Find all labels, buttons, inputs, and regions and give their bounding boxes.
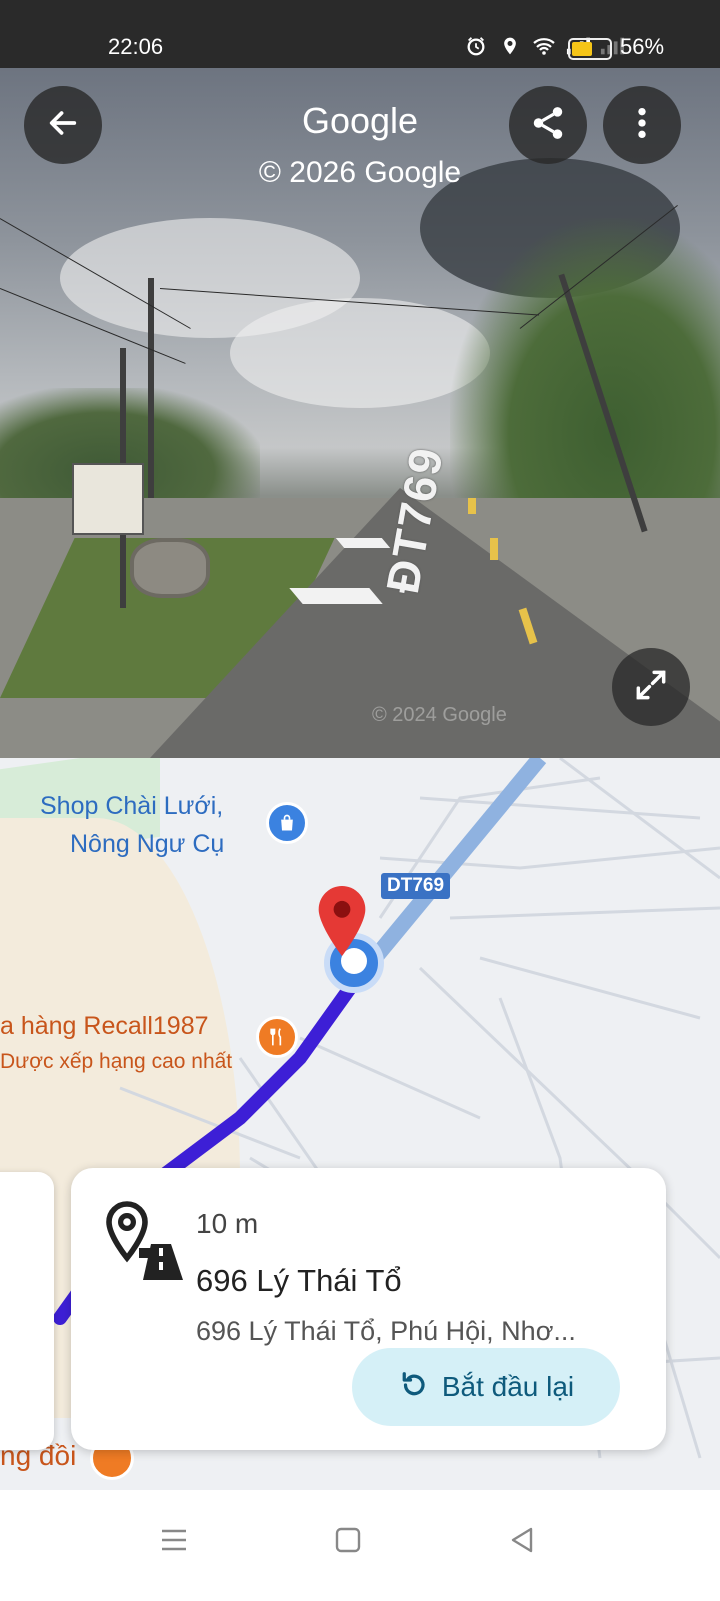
roadside-sign <box>72 463 144 535</box>
battery-level <box>572 42 592 56</box>
poi-restaurant-line1[interactable]: a hàng Recall1987 <box>0 1012 209 1041</box>
home-icon <box>335 1527 361 1558</box>
share-button[interactable] <box>509 86 587 164</box>
restaurant-icon[interactable] <box>256 1016 298 1058</box>
more-vert-icon <box>637 106 647 145</box>
menu-icon <box>160 1528 188 1557</box>
place-title: 696 Lý Thái Tổ <box>196 1263 402 1298</box>
location-pin-icon[interactable] <box>314 883 370 964</box>
back-icon <box>510 1527 534 1558</box>
road-arrow <box>289 588 383 604</box>
status-bar: 22:06 56% <box>0 0 720 68</box>
place-address: 696 Lý Thái Tổ, Phú Hội, Nhơ... <box>196 1316 576 1346</box>
home-button[interactable] <box>318 1512 378 1572</box>
street-view-header: Google © 2026 Google <box>0 68 720 208</box>
poi-shop-line2[interactable]: Nông Ngư Cụ <box>70 830 224 859</box>
alarm-icon <box>464 34 488 58</box>
app-root: 22:06 56% ĐT769 © 2024 Google Google © 2… <box>0 0 720 1601</box>
restart-icon <box>398 1370 428 1405</box>
menu-button[interactable] <box>144 1512 204 1572</box>
status-time: 22:06 <box>108 34 164 59</box>
place-distance: 10 m <box>196 1208 259 1239</box>
place-card[interactable]: 10 m 696 Lý Thái Tổ 696 Lý Thái Tổ, Phú … <box>71 1168 666 1450</box>
back-nav-button[interactable] <box>492 1512 552 1572</box>
route-badge: DT769 <box>381 873 451 899</box>
expand-button[interactable] <box>612 648 690 726</box>
expand-icon <box>632 666 670 709</box>
wifi-icon <box>532 34 556 58</box>
utility-pole <box>148 278 154 498</box>
lane-marking <box>468 498 476 514</box>
poi-restaurant-line2[interactable]: Dược xếp hạng cao nhất <box>0 1050 232 1074</box>
more-options-button[interactable] <box>603 86 681 164</box>
battery-percent: 56% <box>620 34 665 59</box>
location-icon <box>498 34 522 58</box>
image-watermark: © 2024 Google <box>372 704 507 726</box>
restart-button[interactable]: Bắt đầu lại <box>352 1348 620 1426</box>
poi-shop-line1[interactable]: Shop Chài Lưới, <box>40 792 223 821</box>
system-nav-bar <box>0 1490 720 1601</box>
concrete-pipe <box>130 538 210 598</box>
street-view-copyright: © 2026 Google <box>258 156 462 189</box>
lane-marking <box>490 538 498 560</box>
place-road-icon <box>103 1200 187 1284</box>
shopping-bag-icon[interactable] <box>266 802 308 844</box>
share-icon <box>529 104 567 147</box>
restart-label: Bắt đầu lại <box>441 1371 575 1402</box>
battery-icon <box>568 38 612 60</box>
previous-place-card[interactable] <box>0 1172 54 1450</box>
